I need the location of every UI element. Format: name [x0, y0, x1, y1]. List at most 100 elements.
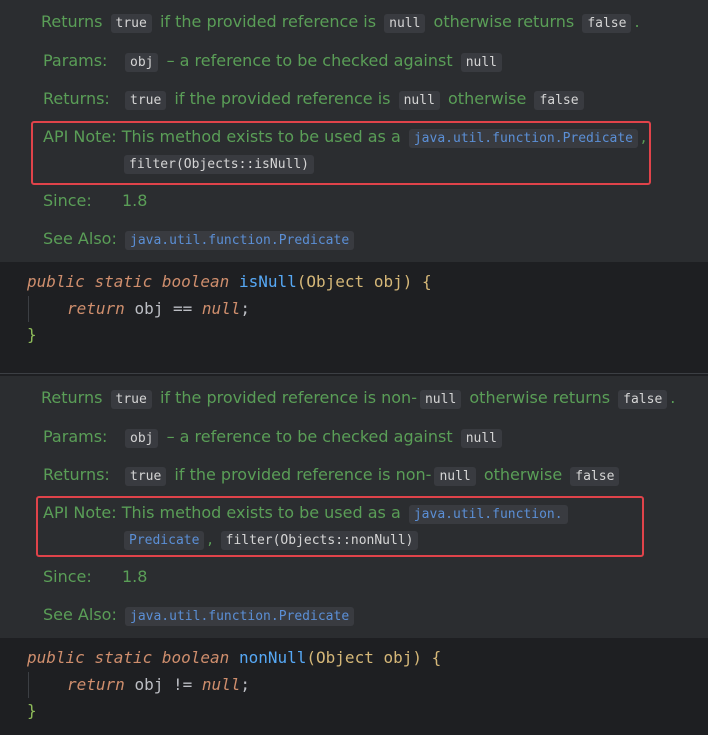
paren: (	[296, 272, 307, 291]
code-false: false	[570, 467, 620, 486]
summary-period: .	[634, 12, 640, 31]
keyword: static	[94, 648, 153, 667]
returns-row: Returns: true if the provided reference i…	[43, 89, 587, 110]
since-label: Since:	[43, 567, 92, 586]
api-note-row: API Note: This method exists to be used …	[43, 503, 571, 524]
returns-text: if the provided reference is non-	[174, 465, 432, 484]
returns-label: Returns:	[43, 465, 110, 484]
returns-label: Returns:	[43, 89, 110, 108]
predicate-link[interactable]: java.util.function.	[408, 505, 568, 524]
variable: obj	[134, 299, 164, 318]
api-note-text: This method exists to be used as a	[121, 503, 401, 522]
predicate-link[interactable]: java.util.function.Predicate	[125, 607, 355, 626]
param-type: Object	[306, 272, 365, 291]
code-false: false	[582, 14, 632, 33]
keyword: return	[67, 299, 125, 318]
method-name[interactable]: nonNull	[239, 648, 306, 667]
method-name[interactable]: isNull	[239, 272, 297, 291]
code-false: false	[534, 91, 584, 110]
api-note-row-2: Predicate, filter(Objects::nonNull)	[121, 529, 421, 550]
params-row: Params: obj – a reference to be checked a…	[43, 427, 505, 448]
keyword: null	[201, 675, 241, 694]
param-name: obj	[373, 272, 403, 291]
keyword: boolean	[161, 272, 230, 291]
api-note-label: API Note:	[43, 127, 117, 146]
paren-close: ) {	[402, 272, 432, 291]
code-true: true	[125, 91, 167, 110]
method-signature: public static boolean nonNull(Object obj…	[27, 648, 441, 667]
paren-close: ) {	[412, 648, 442, 667]
params-row: Params: obj – a reference to be checked a…	[43, 51, 505, 72]
summary-text: otherwise returns	[433, 12, 575, 31]
code-null: null	[460, 429, 502, 448]
summary-text: Returns	[41, 12, 103, 31]
params-label: Params:	[43, 427, 108, 446]
api-note-row-2: filter(Objects::isNull)	[121, 153, 317, 174]
api-note-comma: ,	[641, 127, 647, 146]
see-also-row: See Also: java.util.function.Predicate	[43, 605, 357, 626]
paren: (	[306, 648, 317, 667]
keyword: static	[94, 272, 153, 291]
params-text: – a reference to be checked against	[166, 427, 453, 446]
code-obj: obj	[125, 53, 159, 72]
returns-text: otherwise	[448, 89, 527, 108]
variable: obj	[134, 675, 164, 694]
summary-text: if the provided reference is	[159, 12, 377, 31]
api-note-row: API Note: This method exists to be used …	[43, 127, 647, 148]
params-label: Params:	[43, 51, 108, 70]
code-true: true	[110, 14, 152, 33]
summary-period: .	[670, 388, 676, 407]
keyword: null	[201, 299, 241, 318]
closing-brace: }	[27, 325, 37, 344]
since-value: 1.8	[122, 567, 148, 586]
api-note-text: This method exists to be used as a	[121, 127, 401, 146]
returns-text: otherwise	[483, 465, 563, 484]
api-note-label: API Note:	[43, 503, 117, 522]
param-name: obj	[383, 648, 413, 667]
keyword: public	[27, 648, 85, 667]
code-null: null	[419, 390, 462, 409]
code-obj: obj	[125, 429, 159, 448]
since-row: Since: 1.8	[43, 567, 147, 586]
code-null: null	[398, 91, 440, 110]
return-statement: return obj == null;	[67, 299, 250, 318]
code-false: false	[618, 390, 668, 409]
predicate-link[interactable]: Predicate	[124, 531, 205, 550]
operator: !=	[172, 675, 193, 694]
returns-text: if the provided reference is	[174, 89, 391, 108]
summary-text: if the provided reference is non-	[159, 388, 417, 407]
closing-brace: }	[27, 701, 37, 720]
summary-line: Returns true if the provided reference i…	[41, 388, 676, 409]
keyword: public	[27, 272, 85, 291]
separator	[0, 373, 708, 374]
operator: ==	[172, 299, 193, 318]
summary-text: Returns	[41, 388, 103, 407]
see-also-label: See Also:	[43, 229, 117, 248]
code-filter: filter(Objects::nonNull)	[220, 531, 419, 550]
code-null: null	[434, 467, 476, 486]
params-text: – a reference to be checked against	[166, 51, 453, 70]
code-true: true	[110, 390, 152, 409]
indent-guide	[28, 672, 29, 698]
summary-line: Returns true if the provided reference i…	[41, 12, 640, 33]
api-note-comma: ,	[207, 529, 213, 548]
summary-text: otherwise returns	[469, 388, 611, 407]
return-statement: return obj != null;	[67, 675, 250, 694]
code-filter: filter(Objects::isNull)	[124, 155, 315, 174]
predicate-link[interactable]: java.util.function.Predicate	[125, 231, 355, 250]
returns-row: Returns: true if the provided reference i…	[43, 465, 622, 486]
since-label: Since:	[43, 191, 92, 210]
semicolon: ;	[240, 675, 251, 694]
since-value: 1.8	[122, 191, 148, 210]
method-signature: public static boolean isNull(Object obj)…	[27, 272, 432, 291]
see-also-row: See Also: java.util.function.Predicate	[43, 229, 357, 250]
code-null: null	[460, 53, 502, 72]
code-null: null	[384, 14, 426, 33]
see-also-label: See Also:	[43, 605, 117, 624]
indent-guide	[28, 296, 29, 322]
code-true: true	[125, 467, 167, 486]
param-type: Object	[316, 648, 374, 667]
semicolon: ;	[240, 299, 251, 318]
keyword: boolean	[161, 648, 230, 667]
predicate-link[interactable]: java.util.function.Predicate	[408, 129, 639, 148]
